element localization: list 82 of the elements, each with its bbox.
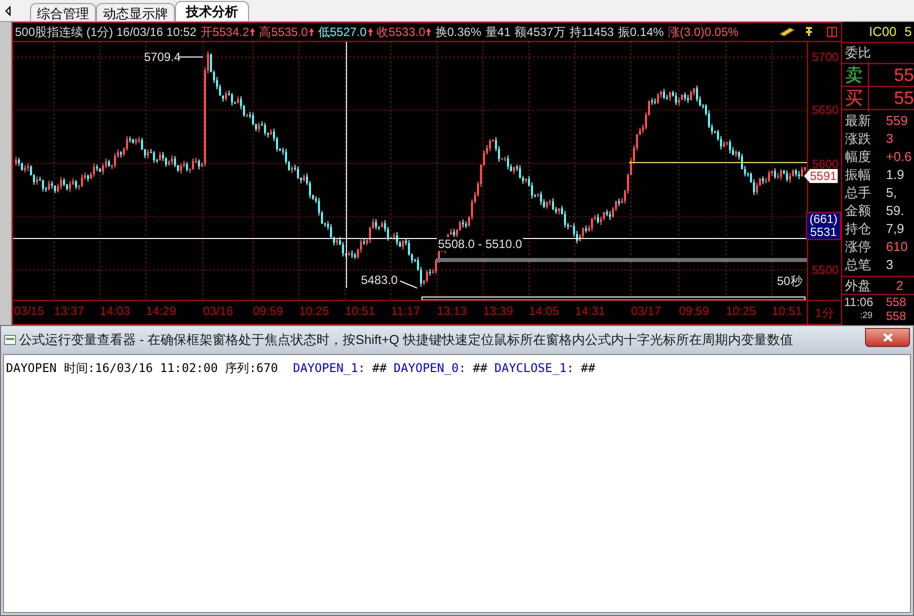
variable-output-text: ## (372, 360, 387, 377)
price-axis-label: 5700 (812, 50, 839, 64)
time-axis-label: 03/16 (203, 304, 234, 318)
quote-label: 幅度 (844, 148, 872, 166)
time-axis-label: 14:05 (529, 304, 560, 318)
time-axis-label: 09:59 (253, 304, 284, 318)
contract-price: 5 (904, 23, 912, 42)
quote-value: 55 (892, 86, 914, 110)
variable-output-text: ## (580, 360, 596, 377)
price-axis-label: 5600 (812, 156, 839, 170)
quote-label: 委比 (845, 44, 871, 62)
quote-field: 持11453 (569, 23, 614, 41)
time-axis-label: 10:51 (772, 304, 802, 318)
quote-label: 金额 (844, 202, 872, 220)
quote-field: 高5535.0 (259, 23, 308, 41)
tab[interactable]: 动态显示牌 (96, 3, 175, 21)
last-price-tag: 5591 (804, 169, 838, 183)
quote-label: 最新 (844, 112, 872, 130)
quote-field: 开5534.2 (200, 23, 250, 41)
quote-label: 涨停 (844, 238, 872, 256)
quote-label: 总手 (844, 184, 872, 202)
variable-output-text: DAYOPEN_1: (292, 360, 366, 377)
high-price-label: 5709.4 (144, 50, 181, 64)
quote-field: 低5527.0 (318, 23, 367, 41)
time-axis-label: 11:17 (391, 304, 420, 318)
quote-value: 7,9 (886, 220, 904, 238)
time-axis-label: 14:31 (575, 304, 606, 318)
time-axis-label: 13:37 (54, 304, 84, 318)
dialog-title: 公式运行变量查看器 - 在确保框架窗格处于焦点状态时，按Shift+Q 快捷键快速定位鼠标所在窗格内公式内十字光标所在周期内变量数值 (19, 331, 793, 350)
variable-output-text: DAYOPEN 时间:16/03/16 11:02:00 序列:670 (6, 360, 278, 377)
tick-time: :29 (859, 309, 874, 322)
period-label: 1分 (815, 304, 834, 322)
quote-value: 559 (886, 112, 908, 130)
time-axis-label: 13:39 (483, 304, 514, 318)
price-axis-label: 5500 (812, 263, 839, 277)
crosshair-price-text: 5531 (810, 226, 837, 239)
time-axis-label: 13:13 (437, 304, 468, 318)
time-axis-label: 14:29 (146, 304, 176, 318)
countdown-label: 50秒 (777, 274, 802, 288)
quote-value: 3 (886, 130, 894, 148)
quote-field: 涨(3.0)0.05% (668, 23, 739, 41)
quote-value: +0.6 (886, 148, 912, 166)
quote-value: 59. (886, 202, 904, 220)
quote-value: 2 (896, 276, 904, 295)
time-axis-label: 03/17 (631, 304, 662, 318)
quote-field: 量41 (485, 23, 511, 41)
quote-field: 振0.14% (618, 23, 664, 41)
quote-value: 610 (886, 238, 908, 256)
low-price-label: 5483.0 (361, 273, 398, 287)
tick-price: 558 (886, 308, 906, 325)
variable-output-text: ## (472, 360, 488, 377)
tab[interactable]: 综合管理 (30, 3, 96, 21)
quote-value: 55 (892, 64, 914, 86)
quote-label: 卖 (842, 62, 869, 88)
tick-price: 558 (886, 294, 906, 311)
quote-field: 额4537万 (514, 23, 566, 41)
quote-value: 1.9 (886, 166, 904, 184)
price-axis-label: 5650 (812, 103, 839, 118)
quote-label: 涨跌 (844, 130, 872, 148)
quote-label: 外盘 (844, 276, 872, 295)
quote-field: 500股指连续 (1分) 16/03/16 10:52 (15, 23, 196, 41)
quote-label: 振幅 (844, 166, 872, 184)
time-axis-label: 10:25 (299, 304, 330, 318)
quote-label: 买 (842, 84, 869, 112)
quote-label: 总笔 (844, 256, 872, 274)
time-axis-label: 14:03 (100, 304, 130, 318)
quote-value: 5, (886, 184, 897, 202)
variable-output-text: DAYOPEN_0: (394, 360, 466, 377)
tab[interactable]: 技术分析 (175, 1, 249, 21)
variable-output-text: DAYCLOSE_1: (494, 360, 574, 377)
tick-time: 11:06 (843, 294, 874, 311)
time-axis-label: 10:51 (345, 304, 376, 318)
quote-value: 3 (886, 256, 894, 274)
quote-field: 收5533.0 (376, 23, 426, 41)
quote-label: 持仓 (844, 220, 872, 238)
time-axis-label: 10:25 (726, 304, 756, 318)
time-axis-label: 09:59 (679, 304, 710, 318)
time-axis-label: 03/15 (14, 304, 44, 318)
range-label: 5508.0 - 5510.0 (437, 237, 524, 251)
contract-code: IC00 (869, 23, 896, 42)
crosshair-price-text: (661) (809, 213, 838, 226)
quote-field: 换0.36% (435, 23, 482, 41)
